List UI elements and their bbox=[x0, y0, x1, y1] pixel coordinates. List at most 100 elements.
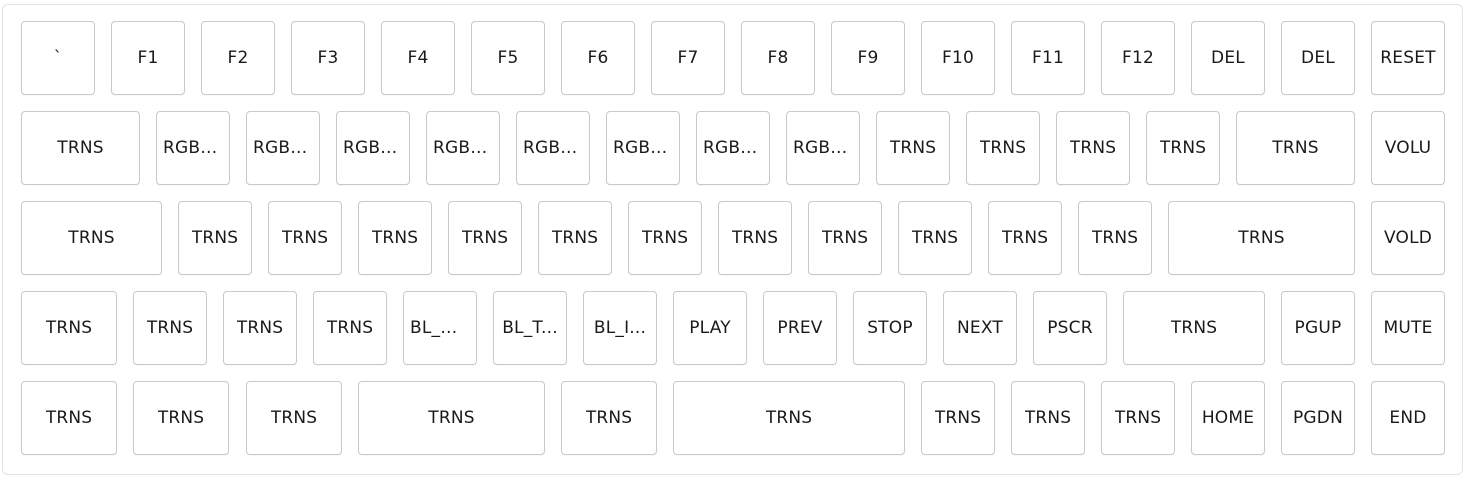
key-r5-c6[interactable]: TRNS bbox=[673, 381, 905, 455]
key-r3-c5[interactable]: TRNS bbox=[448, 201, 522, 275]
key-r2-c9[interactable]: RGB_... bbox=[786, 111, 860, 185]
key-r4-c10[interactable]: STOP bbox=[853, 291, 927, 365]
key-r1-c2[interactable]: F1 bbox=[111, 21, 185, 95]
key-r4-c8[interactable]: PLAY bbox=[673, 291, 747, 365]
key-r2-c3[interactable]: RGB_... bbox=[246, 111, 320, 185]
key-r4-c2[interactable]: TRNS bbox=[133, 291, 207, 365]
key-r4-c9[interactable]: PREV bbox=[763, 291, 837, 365]
key-r5-c2[interactable]: TRNS bbox=[133, 381, 229, 455]
key-r3-c3[interactable]: TRNS bbox=[268, 201, 342, 275]
key-label: TRNS bbox=[157, 408, 205, 428]
key-r5-c4[interactable]: TRNS bbox=[358, 381, 545, 455]
key-r4-c1[interactable]: TRNS bbox=[21, 291, 117, 365]
key-r3-c11[interactable]: TRNS bbox=[988, 201, 1062, 275]
key-r5-c12[interactable]: END bbox=[1371, 381, 1445, 455]
key-r5-c3[interactable]: TRNS bbox=[246, 381, 342, 455]
key-label: TRNS bbox=[1069, 138, 1117, 158]
key-r4-c3[interactable]: TRNS bbox=[223, 291, 297, 365]
key-r2-c1[interactable]: TRNS bbox=[21, 111, 140, 185]
key-label: STOP bbox=[867, 318, 913, 338]
key-r3-c12[interactable]: TRNS bbox=[1078, 201, 1152, 275]
key-r2-c2[interactable]: RGB_... bbox=[156, 111, 230, 185]
key-label: F6 bbox=[587, 48, 609, 68]
key-r3-c6[interactable]: TRNS bbox=[538, 201, 612, 275]
key-label: VOLU bbox=[1384, 138, 1432, 158]
key-r2-c8[interactable]: RGB_... bbox=[696, 111, 770, 185]
key-r1-c8[interactable]: F7 bbox=[651, 21, 725, 95]
key-label: TRNS bbox=[821, 228, 869, 248]
key-r1-c15[interactable]: DEL bbox=[1281, 21, 1355, 95]
key-r5-c7[interactable]: TRNS bbox=[921, 381, 995, 455]
key-r4-c5[interactable]: BL_D... bbox=[403, 291, 477, 365]
key-r5-c11[interactable]: PGDN bbox=[1281, 381, 1355, 455]
key-r2-c6[interactable]: RGB_... bbox=[516, 111, 590, 185]
key-r5-c9[interactable]: TRNS bbox=[1101, 381, 1175, 455]
key-r4-c4[interactable]: TRNS bbox=[313, 291, 387, 365]
key-label: F11 bbox=[1031, 48, 1064, 68]
key-label: TRNS bbox=[1159, 138, 1207, 158]
key-r1-c9[interactable]: F8 bbox=[741, 21, 815, 95]
key-label: F10 bbox=[941, 48, 974, 68]
key-r4-c15[interactable]: MUTE bbox=[1371, 291, 1445, 365]
key-r2-c12[interactable]: TRNS bbox=[1056, 111, 1130, 185]
key-r1-c12[interactable]: F11 bbox=[1011, 21, 1085, 95]
key-r1-c3[interactable]: F2 bbox=[201, 21, 275, 95]
key-label: TRNS bbox=[146, 318, 194, 338]
key-r3-c1[interactable]: TRNS bbox=[21, 201, 162, 275]
key-label: F9 bbox=[857, 48, 879, 68]
key-r1-c4[interactable]: F3 bbox=[291, 21, 365, 95]
keyboard-layout: ` F1 F2 F3 F4 F5 F6 F7 F8 F9 F10 F11 F12 DEL DEL RESET T… bbox=[2, 4, 1463, 475]
key-r2-c10[interactable]: TRNS bbox=[876, 111, 950, 185]
key-r1-c16[interactable]: RESET bbox=[1371, 21, 1445, 95]
key-label: F7 bbox=[677, 48, 699, 68]
key-r5-c5[interactable]: TRNS bbox=[561, 381, 657, 455]
key-r1-c5[interactable]: F4 bbox=[381, 21, 455, 95]
key-r1-c7[interactable]: F6 bbox=[561, 21, 635, 95]
key-label: TRNS bbox=[979, 138, 1027, 158]
key-r2-c4[interactable]: RGB_... bbox=[336, 111, 410, 185]
key-r2-c13[interactable]: TRNS bbox=[1146, 111, 1220, 185]
key-r2-c15[interactable]: VOLU bbox=[1371, 111, 1445, 185]
key-r5-c8[interactable]: TRNS bbox=[1011, 381, 1085, 455]
key-r3-c8[interactable]: TRNS bbox=[718, 201, 792, 275]
key-label: ` bbox=[53, 48, 63, 68]
key-r2-c14[interactable]: TRNS bbox=[1236, 111, 1355, 185]
key-r1-c1[interactable]: ` bbox=[21, 21, 95, 95]
key-r5-c10[interactable]: HOME bbox=[1191, 381, 1265, 455]
key-r1-c10[interactable]: F9 bbox=[831, 21, 905, 95]
key-label: TRNS bbox=[731, 228, 779, 248]
key-label: PLAY bbox=[689, 318, 731, 338]
key-label: PGDN bbox=[1292, 408, 1344, 428]
key-label: TRNS bbox=[1001, 228, 1049, 248]
key-r3-c10[interactable]: TRNS bbox=[898, 201, 972, 275]
key-label: RGB_... bbox=[523, 138, 583, 158]
key-r1-c6[interactable]: F5 bbox=[471, 21, 545, 95]
key-r5-c1[interactable]: TRNS bbox=[21, 381, 117, 455]
key-label: MUTE bbox=[1383, 318, 1433, 338]
key-r4-c11[interactable]: NEXT bbox=[943, 291, 1017, 365]
key-r2-c7[interactable]: RGB_... bbox=[606, 111, 680, 185]
key-label: VOLD bbox=[1383, 228, 1433, 248]
key-r1-c14[interactable]: DEL bbox=[1191, 21, 1265, 95]
key-r3-c9[interactable]: TRNS bbox=[808, 201, 882, 275]
key-r4-c6[interactable]: BL_T... bbox=[493, 291, 567, 365]
key-r4-c12[interactable]: PSCR bbox=[1033, 291, 1107, 365]
key-r3-c2[interactable]: TRNS bbox=[178, 201, 252, 275]
key-label: F2 bbox=[227, 48, 249, 68]
key-r3-c7[interactable]: TRNS bbox=[628, 201, 702, 275]
key-r4-c7[interactable]: BL_I... bbox=[583, 291, 657, 365]
key-r1-c13[interactable]: F12 bbox=[1101, 21, 1175, 95]
key-r3-c13[interactable]: TRNS bbox=[1168, 201, 1355, 275]
key-label: RGB_... bbox=[163, 138, 223, 158]
key-label: TRNS bbox=[236, 318, 284, 338]
key-label: TRNS bbox=[1024, 408, 1072, 428]
key-label: HOME bbox=[1201, 408, 1255, 428]
key-r1-c11[interactable]: F10 bbox=[921, 21, 995, 95]
key-label: TRNS bbox=[641, 228, 689, 248]
key-r3-c14[interactable]: VOLD bbox=[1371, 201, 1445, 275]
key-r4-c13[interactable]: TRNS bbox=[1123, 291, 1265, 365]
key-r3-c4[interactable]: TRNS bbox=[358, 201, 432, 275]
key-r4-c14[interactable]: PGUP bbox=[1281, 291, 1355, 365]
key-r2-c11[interactable]: TRNS bbox=[966, 111, 1040, 185]
key-r2-c5[interactable]: RGB_... bbox=[426, 111, 500, 185]
